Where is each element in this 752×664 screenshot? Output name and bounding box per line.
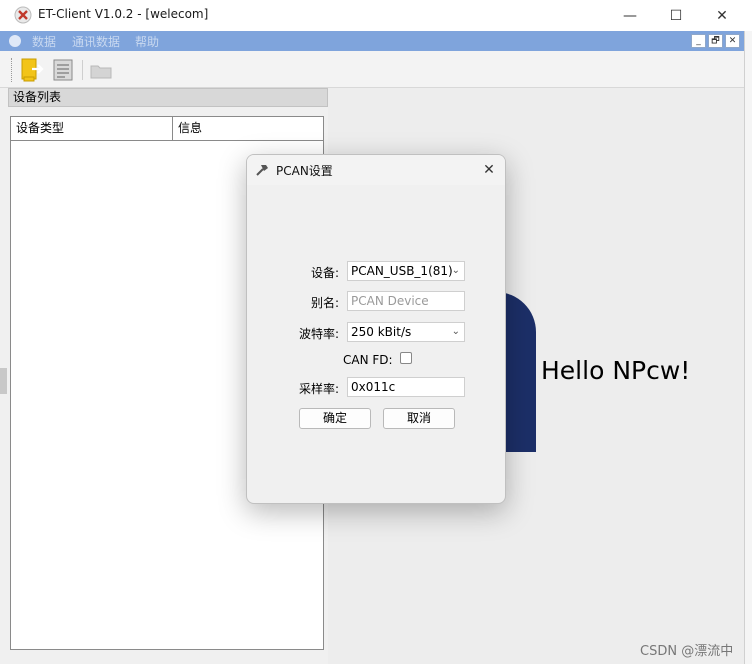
right-edge-strip <box>744 31 752 664</box>
canfd-checkbox[interactable] <box>400 352 412 364</box>
device-label: 设备: <box>310 266 339 280</box>
mdi-close-button[interactable]: ✕ <box>725 34 740 48</box>
device-list-title: 设备列表 <box>8 88 328 107</box>
watermark: CSDN @漂流中 <box>640 644 734 659</box>
baud-rate-label: 波特率: <box>298 327 339 341</box>
sample-rate-label: 采样率: <box>298 382 339 396</box>
maximize-button[interactable]: ☐ <box>653 0 699 31</box>
minimize-button[interactable]: — <box>607 0 653 31</box>
ok-button[interactable]: 确定 <box>299 408 371 429</box>
mdi-doc-icon <box>9 35 21 47</box>
chevron-down-icon: ⌄ <box>451 326 460 337</box>
menu-item-data[interactable]: 数据 <box>32 33 56 50</box>
alias-label: 别名: <box>310 296 339 310</box>
hammer-icon <box>256 165 268 176</box>
toolbar-grip[interactable] <box>11 58 14 82</box>
mdi-minimize-button[interactable]: _ <box>691 34 706 48</box>
alias-placeholder: PCAN Device <box>351 294 429 308</box>
alias-input[interactable]: PCAN Device <box>347 291 465 311</box>
device-value: PCAN_USB_1(81) <box>351 264 453 278</box>
menu-item-help[interactable]: 帮助 <box>135 33 159 50</box>
pcan-settings-dialog: PCAN设置 ✕ 设备: PCAN_USB_1(81) ⌄ 别名: PCAN D… <box>246 154 506 504</box>
greeting-text: Hello NPcw! <box>541 356 691 385</box>
sample-rate-input[interactable]: 0x011c <box>347 377 465 397</box>
dialog-title: PCAN设置 <box>276 164 333 178</box>
canfd-label: CAN FD: <box>343 353 393 367</box>
cancel-button[interactable]: 取消 <box>383 408 455 429</box>
connect-icon[interactable] <box>20 57 46 83</box>
folder-icon[interactable] <box>89 62 113 80</box>
chevron-down-icon: ⌄ <box>451 265 460 276</box>
left-edge-handle <box>0 368 7 394</box>
dialog-close-button[interactable]: ✕ <box>477 159 501 181</box>
window-title: ET-Client V1.0.2 - [welecom] <box>38 7 209 21</box>
column-header-device-type[interactable]: 设备类型 <box>11 117 173 141</box>
close-button[interactable]: ✕ <box>699 0 745 31</box>
app-icon <box>14 6 32 24</box>
document-icon[interactable] <box>52 58 74 82</box>
device-select[interactable]: PCAN_USB_1(81) ⌄ <box>347 261 465 281</box>
column-header-info[interactable]: 信息 <box>173 117 323 141</box>
toolbar-separator <box>82 60 83 80</box>
mdi-restore-button[interactable]: 🗗 <box>708 34 723 48</box>
baud-rate-select[interactable]: 250 kBit/s ⌄ <box>347 322 465 342</box>
baud-rate-value: 250 kBit/s <box>351 325 412 339</box>
menu-item-comm-data[interactable]: 通讯数据 <box>72 33 120 50</box>
sample-rate-value: 0x011c <box>351 380 396 394</box>
